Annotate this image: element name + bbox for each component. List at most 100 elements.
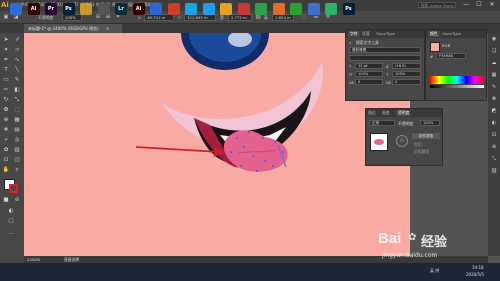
- font-search-label[interactable]: 搜索文字工具: [356, 40, 379, 46]
- color-fill-swatch[interactable]: [430, 42, 440, 52]
- stroke-swatch[interactable]: [9, 184, 18, 193]
- make-mask-button[interactable]: 制作蒙版: [412, 133, 440, 139]
- x-field[interactable]: 48.701 m: [144, 14, 174, 21]
- hand-tool-icon[interactable]: ✋: [1, 166, 11, 175]
- taskbar-app[interactable]: [202, 3, 215, 15]
- pen-tool-icon[interactable]: ✒: [1, 56, 11, 65]
- transform-panel-icon[interactable]: ⤡: [490, 156, 498, 163]
- color-mode-icon[interactable]: ■: [1, 196, 11, 205]
- search-type-icon[interactable]: ⌕: [349, 40, 351, 45]
- symbol-sprayer-icon[interactable]: ✿: [1, 146, 11, 155]
- taskbar-app[interactable]: [185, 3, 197, 15]
- warp-icon[interactable]: ❂: [1, 106, 11, 115]
- invert-mask-checkbox-label[interactable]: 反相蒙版: [414, 149, 429, 155]
- tab-character[interactable]: 字符: [348, 31, 360, 37]
- align-panel-icon[interactable]: ⊟: [490, 132, 498, 139]
- hex-field[interactable]: F9A9A6: [436, 53, 466, 59]
- type-tool-icon[interactable]: T: [1, 66, 11, 75]
- panel-menu-icon[interactable]: ≡: [324, 14, 332, 21]
- height-field[interactable]: 1.624 m: [272, 14, 294, 21]
- font-size-field[interactable]: 12 pt: [355, 63, 383, 69]
- zoom-level[interactable]: 2400%: [27, 257, 40, 262]
- transform-icon[interactable]: ⌗: [114, 14, 122, 21]
- taskbar-app[interactable]: [220, 3, 232, 15]
- minimize-button[interactable]: —: [460, 1, 472, 9]
- document-tab[interactable]: 未标题-1* @ 2400% (RGB/GPU 预览) ×: [24, 24, 122, 33]
- line-tool-icon[interactable]: ╲: [12, 66, 22, 75]
- lasso-icon[interactable]: ⊃: [12, 46, 22, 55]
- kerning-field[interactable]: 0: [355, 79, 383, 85]
- selection-tool-icon[interactable]: ➤: [1, 36, 11, 45]
- none-mode-icon[interactable]: ⊘: [12, 196, 22, 205]
- color-spectrum[interactable]: [430, 76, 484, 84]
- distribute-icon[interactable]: ⊞: [104, 14, 112, 21]
- tab-color[interactable]: 颜色: [428, 31, 440, 37]
- tracking-field[interactable]: 0: [392, 79, 421, 85]
- draw-mode-icon[interactable]: ◐: [6, 207, 16, 216]
- artboard-icon[interactable]: ⊡: [1, 156, 11, 165]
- taskbar-app[interactable]: [167, 3, 180, 15]
- paintbrush-icon[interactable]: ✎: [12, 76, 22, 85]
- libraries-icon[interactable]: ☁: [490, 60, 498, 67]
- tab-gradient[interactable]: 渐变: [382, 110, 390, 116]
- taskbar-app[interactable]: Ps: [62, 3, 75, 15]
- swatches-icon[interactable]: ▦: [490, 72, 498, 79]
- horizontal-scale-field[interactable]: 100%: [392, 71, 421, 77]
- direct-selection-tool-icon[interactable]: ⇗: [12, 36, 22, 45]
- taskbar-app[interactable]: Ps: [342, 3, 355, 15]
- stock-search-input[interactable]: 搜索 Adobe Stock: [418, 2, 456, 8]
- curvature-icon[interactable]: ∿: [12, 56, 22, 65]
- screen-mode-icon[interactable]: ▢: [6, 217, 16, 226]
- clip-checkbox-label[interactable]: 剪切: [414, 142, 422, 148]
- leading-field[interactable]: (16.9): [392, 63, 421, 69]
- column-graph-icon[interactable]: ▥: [12, 146, 22, 155]
- pencil-icon[interactable]: ✏: [1, 86, 11, 95]
- align-icon[interactable]: ⊟: [94, 14, 102, 21]
- input-method[interactable]: 英 拼: [430, 268, 439, 274]
- slice-icon[interactable]: ◫: [12, 156, 22, 165]
- font-style-field[interactable]: [349, 55, 421, 61]
- tab-close-icon[interactable]: ×: [106, 26, 109, 31]
- taskbar-app[interactable]: Lr: [115, 3, 127, 15]
- width-field[interactable]: 2.772 m: [228, 14, 252, 21]
- mesh-icon[interactable]: #: [1, 126, 11, 135]
- free-transform-icon[interactable]: ⬚: [12, 106, 22, 115]
- zoom-tool-icon[interactable]: ⌕: [12, 166, 22, 175]
- object-thumbnail[interactable]: [370, 133, 388, 151]
- gradient-icon[interactable]: ▤: [12, 126, 22, 135]
- opacity-field[interactable]: 100%: [62, 14, 82, 21]
- taskbar-app[interactable]: [307, 3, 320, 15]
- blend-mode-select[interactable]: 正常: [369, 120, 395, 126]
- more-tools-icon[interactable]: …: [6, 229, 16, 238]
- isolate-icon[interactable]: ⬚: [300, 14, 308, 21]
- clock-date[interactable]: 2020/5/5: [466, 272, 484, 277]
- tab-color-opentype[interactable]: OpenType: [442, 31, 461, 37]
- taskbar-app[interactable]: Ai: [27, 3, 40, 15]
- appearance-icon[interactable]: ◐: [490, 120, 498, 127]
- rotate-icon[interactable]: ↻: [1, 96, 11, 105]
- transparency-opacity-field[interactable]: 100%: [420, 120, 440, 126]
- rectangle-tool-icon[interactable]: ▭: [1, 76, 11, 85]
- properties-icon[interactable]: ◉: [490, 36, 498, 43]
- maximize-button[interactable]: ☐: [473, 1, 485, 9]
- brushes-icon[interactable]: ✎: [490, 84, 498, 91]
- taskbar-app[interactable]: Pr: [45, 3, 57, 15]
- taskbar-app[interactable]: [97, 3, 110, 15]
- eyedropper-icon[interactable]: ⌿: [1, 136, 11, 145]
- taskbar-app[interactable]: [272, 3, 285, 15]
- font-family-field[interactable]: 微软雅黑: [349, 47, 421, 53]
- tab-paragraph[interactable]: 段落: [362, 31, 370, 37]
- layers-icon[interactable]: ❏: [490, 48, 498, 55]
- pathfinder-icon[interactable]: ⊕: [490, 144, 498, 151]
- taskbar-app[interactable]: [237, 3, 250, 15]
- scale-icon[interactable]: ⤡: [12, 96, 22, 105]
- arrange-icon[interactable]: ☰: [312, 14, 320, 21]
- links-icon[interactable]: ⛓: [490, 168, 498, 175]
- taskbar-app[interactable]: [150, 3, 162, 15]
- taskbar-app[interactable]: [255, 3, 267, 15]
- tab-opentype[interactable]: OpenType: [376, 31, 395, 37]
- tab-stroke[interactable]: 描边: [368, 110, 376, 116]
- selection-icon[interactable]: ▣: [2, 14, 10, 21]
- eraser-icon[interactable]: ◧: [12, 86, 22, 95]
- vertical-scale-field[interactable]: 100%: [355, 71, 383, 77]
